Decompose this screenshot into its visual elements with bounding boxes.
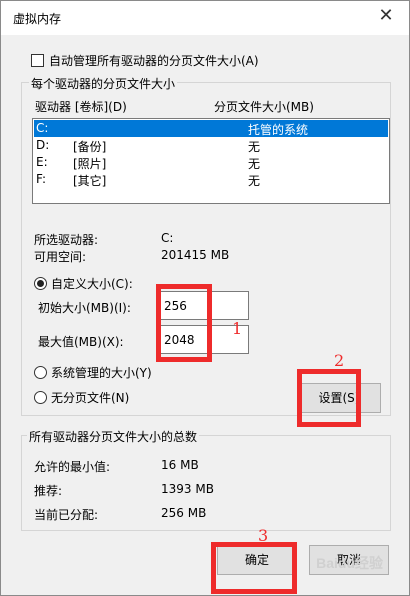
totals-group-title: 所有驱动器分页文件大小的总数 [27,428,200,445]
list-item[interactable]: D: [备份] 无 [34,137,388,154]
min-allowed-value: 16 MB [161,458,199,472]
drive-paging-size: 托管的系统 [248,123,309,137]
window-title: 虚拟内存 [13,12,62,26]
max-size-label: 最大值(MB)(X): [38,335,124,349]
initial-size-label: 初始大小(MB)(I): [38,301,131,315]
column-header-size: 分页文件大小(MB) [214,100,314,114]
custom-size-radio[interactable] [34,277,47,290]
annotation-box-size-inputs [156,284,212,362]
current-allocated-label: 当前已分配: [34,508,99,522]
drive-volume-label: [照片] [73,157,107,171]
system-managed-label: 系统管理的大小(Y) [51,366,152,380]
auto-manage-label: 自动管理所有驱动器的分页文件大小(A) [49,54,259,68]
drive-volume-label: [其它] [73,174,107,188]
drive-paging-size: 无 [248,174,261,188]
list-item[interactable]: C: 托管的系统 [34,120,388,137]
drive-volume-label: [备份] [73,140,107,154]
close-icon[interactable]: ✕ [363,1,409,33]
drives-group-title: 每个驱动器的分页文件大小 [29,75,178,92]
watermark: Baidu经验 [316,555,383,571]
drive-paging-size: 无 [248,157,261,171]
annotation-number-2: 2 [334,351,345,370]
column-header-drive: 驱动器 [卷标](D) [35,100,127,114]
virtual-memory-dialog: 虚拟内存 ✕ 自动管理所有驱动器的分页文件大小(A) 每个驱动器的分页文件大小 … [0,0,410,596]
list-item[interactable]: E: [照片] 无 [34,154,388,171]
annotation-box-set-button [297,369,361,427]
free-space-value: 201415 MB [161,248,230,262]
recommended-value: 1393 MB [161,482,214,496]
min-allowed-label: 允许的最小值: [34,460,111,474]
no-paging-radio[interactable] [34,391,47,404]
list-item[interactable]: F: [其它] 无 [34,171,388,188]
recommended-label: 推荐: [34,484,63,498]
drive-letter: C: [36,121,49,135]
current-allocated-value: 256 MB [161,506,207,520]
drive-letter: D: [36,138,50,152]
drive-letter: E: [36,155,48,169]
custom-size-label: 自定义大小(C): [51,277,133,291]
annotation-number-1: 1 [232,319,243,338]
auto-manage-checkbox[interactable] [31,54,44,67]
drive-letter: F: [36,172,47,186]
drive-paging-size: 无 [248,140,261,154]
free-space-label: 可用空间: [34,250,87,264]
drive-list[interactable]: C: 托管的系统 D: [备份] 无 E: [照片] 无 F: [其它] 无 [32,118,390,204]
selected-drive-label: 所选驱动器: [34,233,99,247]
annotation-number-3: 3 [258,526,269,545]
selected-drive-value: C: [161,231,174,245]
title-bar: 虚拟内存 ✕ [1,1,409,35]
no-paging-label: 无分页文件(N) [51,391,130,405]
annotation-box-ok-button [211,542,297,594]
system-managed-radio[interactable] [34,366,47,379]
